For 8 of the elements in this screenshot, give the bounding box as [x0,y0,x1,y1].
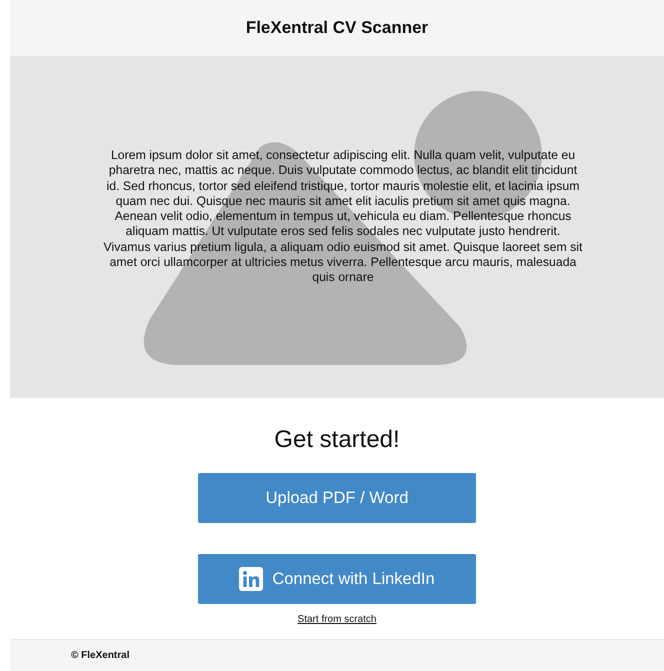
linkedin-button[interactable]: Connect with LinkedIn [198,554,476,604]
app-title: FleXentral CV Scanner [246,18,428,38]
upload-button[interactable]: Upload PDF / Word [198,473,476,523]
linkedin-icon [239,567,264,591]
start-from-scratch-link[interactable]: Start from scratch [298,614,376,625]
hero-paragraph: Lorem ipsum dolor sit amet, consectetur adipiscing elit. Nulla quam velit, vulputate eu pharetra nec, mattis ac neque. Duis vulputate commodo lectus, ac blandit elit tincidunt id. Sed rhoncus, tortor sed eleifend tristique, tortor mauris molestie elit, et lacinia ipsum quam nec dui. Quisque nec mauris sit amet elit iaculis pretium sit amet quis magna. Aenean velit odio, elementum in tempus ut, vehicula eu diam. Pellentesque rhoncus aliquam mattis. Ut vulputate eros sed felis sodales nec vulputate justo hendrerit. Vivamus varius pretium ligula, a aliquam odio euismod sit amet. Quisque laoreet sem sit amet orci ullamcorper at ultricies metus viverra. Pellentesque arcu mauris, malesuada quis ornare [102,148,584,286]
copyright-text: © FleXentral [71,650,130,661]
get-started-heading: Get started! [274,426,400,454]
